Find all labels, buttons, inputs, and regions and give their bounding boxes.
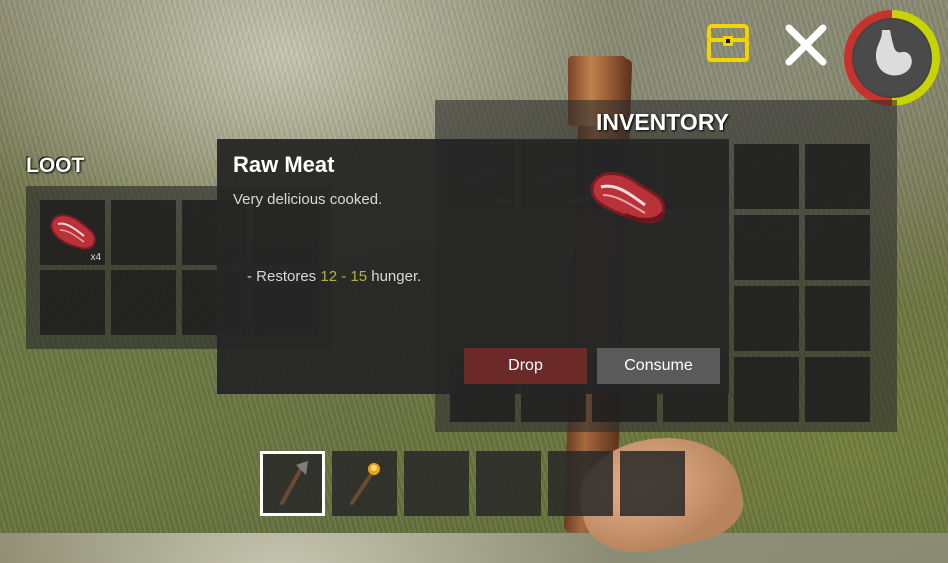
inventory-slot[interactable]: [734, 357, 799, 422]
loot-title: LOOT: [26, 154, 85, 177]
hotbar-slot[interactable]: [476, 451, 541, 516]
close-button[interactable]: [783, 22, 829, 68]
torch-icon: [350, 463, 380, 505]
close-icon: [785, 24, 827, 66]
stone-axe-icon: [280, 461, 308, 505]
raw-meat-icon: [590, 172, 666, 223]
stat-max: 15: [350, 268, 368, 285]
loot-slot[interactable]: [111, 270, 176, 335]
loot-slot[interactable]: [40, 270, 105, 335]
loot-slot[interactable]: [111, 200, 176, 265]
item-tooltip: Raw Meat Very delicious cooked. - Restor…: [217, 139, 729, 394]
inventory-slot[interactable]: [805, 215, 870, 280]
item-count: x4: [90, 252, 101, 263]
inventory-slot[interactable]: [734, 144, 799, 209]
inventory-slot[interactable]: [734, 286, 799, 351]
inventory-slot[interactable]: [805, 286, 870, 351]
inventory-slot[interactable]: [805, 357, 870, 422]
hotbar-slot[interactable]: [404, 451, 469, 516]
treasure-chest-icon: [707, 24, 749, 62]
stat-prefix: - Restores: [247, 268, 321, 285]
hotbar-slot[interactable]: [548, 451, 613, 516]
drop-button[interactable]: Drop: [464, 348, 587, 384]
item-description: Very delicious cooked.: [233, 191, 383, 208]
hotbar-slot[interactable]: [620, 451, 685, 516]
inventory-slot[interactable]: [734, 215, 799, 280]
hotbar-slot[interactable]: [332, 451, 397, 516]
item-stat: - Restores 12 - 15 hunger.: [247, 268, 421, 285]
stat-separator: -: [337, 268, 351, 285]
hunger-meter: [842, 8, 942, 108]
inventory-title: INVENTORY: [596, 109, 729, 135]
hotbar-slot-selected[interactable]: [260, 451, 325, 516]
stat-suffix: hunger.: [367, 268, 422, 285]
chest-button[interactable]: [706, 22, 750, 64]
consume-button[interactable]: Consume: [597, 348, 720, 384]
item-name: Raw Meat: [233, 152, 335, 177]
stat-min: 12: [320, 268, 338, 285]
inventory-slot[interactable]: [805, 144, 870, 209]
loot-slot[interactable]: x4: [40, 200, 105, 265]
